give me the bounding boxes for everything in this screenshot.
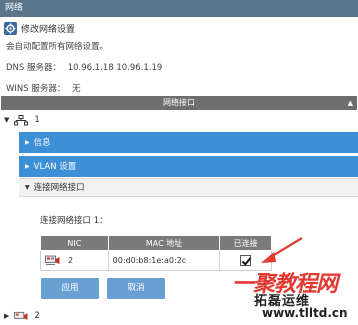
dns-label: DNS 服务器： xyxy=(6,63,62,73)
expand-arrow-icon: ▶ xyxy=(25,139,30,146)
network-interface-header: 网络接口 ▲ xyxy=(1,96,357,110)
interface-node-1-label: 1 xyxy=(34,115,40,125)
collapse-triangle-icon[interactable]: ▼ xyxy=(4,116,9,124)
collapse-arrow-icon: ▼ xyxy=(25,184,30,191)
modify-network-settings[interactable]: 修改网络设置 xyxy=(4,20,75,36)
auto-config-text: 会自动配置所有网络设置。 xyxy=(6,42,109,52)
panel-info-label: 信息 xyxy=(33,138,51,148)
network-interface-title: 网络接口 xyxy=(163,98,195,107)
connected-checkbox[interactable] xyxy=(240,255,252,266)
col-nic-header: NIC xyxy=(40,235,109,251)
nic-icon xyxy=(45,255,60,265)
mac-value: 00:d0:b8:1e:a0:2c xyxy=(107,250,221,271)
caret-up-icon[interactable]: ▲ xyxy=(348,96,353,110)
expand-arrow-icon: ▶ xyxy=(25,163,30,170)
panel-vlan-label: VLAN 设置 xyxy=(33,162,77,172)
nic-icon xyxy=(14,311,28,320)
network-icon xyxy=(14,114,29,125)
apply-button[interactable]: 应用 xyxy=(41,278,99,299)
panel-vlan[interactable]: ▶ VLAN 设置 xyxy=(19,156,358,177)
panel-connect[interactable]: ▼ 连接网络接口 xyxy=(19,178,358,197)
dns-server-line: DNS 服务器： 10.96.1.18 10.96.1.19 xyxy=(6,61,162,73)
panel-info[interactable]: ▶ 信息 xyxy=(19,132,358,153)
wins-server-line: WINS 服务器： 无 xyxy=(6,82,81,94)
panel-connect-label: 连接网络接口 xyxy=(33,183,85,193)
nic-value: 2 xyxy=(68,256,74,265)
connect-interface-label: 连接网络接口 1： xyxy=(40,216,108,226)
modify-settings-title[interactable]: 修改网络设置 xyxy=(21,22,75,35)
wins-value: 无 xyxy=(72,84,81,94)
wins-label: WINS 服务器： xyxy=(6,84,66,94)
interface-node-2-label: 2 xyxy=(34,311,40,321)
watermark-line3: www.tlltd.cn xyxy=(262,306,348,320)
interface-node-2[interactable]: ▶ 2 xyxy=(4,309,40,323)
window-title: 网络 xyxy=(0,0,358,17)
gear-icon xyxy=(4,21,17,35)
cancel-button[interactable]: 取消 xyxy=(107,278,165,299)
interface-node-1[interactable]: ▼ 1 xyxy=(4,113,40,127)
nic-cell: 2 xyxy=(40,250,109,271)
red-arrow-annotation xyxy=(261,237,303,263)
expand-triangle-icon[interactable]: ▶ xyxy=(4,312,9,320)
col-mac-header: MAC 地址 xyxy=(107,235,221,251)
dns-value: 10.96.1.18 10.96.1.19 xyxy=(67,63,163,73)
